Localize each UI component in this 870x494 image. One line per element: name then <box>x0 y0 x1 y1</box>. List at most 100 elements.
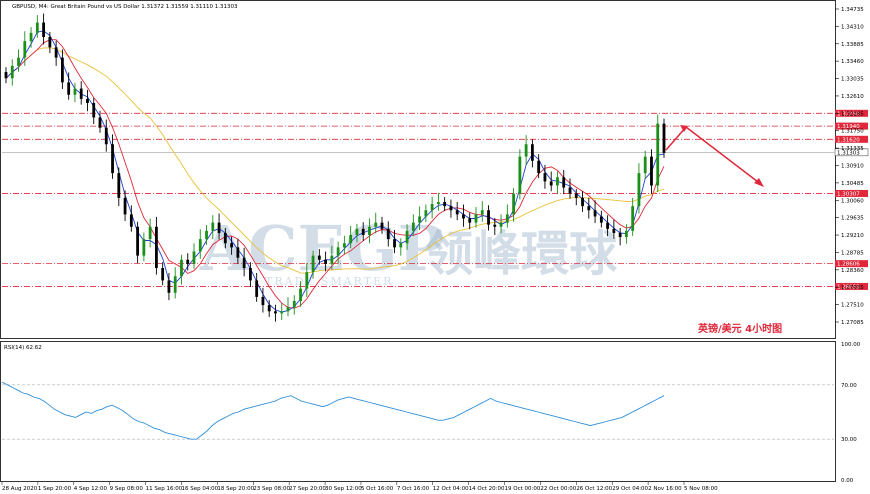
candle-body <box>349 235 353 244</box>
candle-body <box>336 247 340 256</box>
chart-root: ACEGP TRADE SMARTER 领峰環球 1.32250 1.31940 1… <box>0 0 870 494</box>
rsi-tick-label: 100.00 <box>841 342 861 348</box>
candle-body <box>280 311 284 314</box>
price-tick-label: 1.31750 <box>841 129 864 135</box>
candle-body <box>217 222 221 233</box>
candle-body <box>455 210 459 215</box>
time-tick-label: 23 Sep 08:00 <box>253 486 290 492</box>
candle-body <box>568 187 572 194</box>
candle-body <box>599 216 603 223</box>
candle-body <box>612 228 616 233</box>
candle-body <box>549 181 553 186</box>
candle-body <box>123 197 127 215</box>
candle-body <box>242 257 246 268</box>
time-tick-label: 22 Oct 00:00 <box>540 486 576 492</box>
candle-body <box>637 173 641 207</box>
candle-body <box>205 230 208 240</box>
candle-body <box>267 305 271 312</box>
candle-body <box>23 41 27 58</box>
candle-body <box>167 280 171 293</box>
candle-body <box>543 173 547 182</box>
level-label: 1.30307 <box>837 191 860 197</box>
time-tick-label: 7 Oct 16:00 <box>397 486 430 492</box>
candle-body <box>468 218 472 223</box>
price-tick-label: 1.32185 <box>841 111 864 117</box>
price-tick-label: 1.27935 <box>841 285 864 291</box>
time-tick-label: 30 Sep 12:00 <box>325 486 362 492</box>
time-tick-label: 12 Oct 04:00 <box>433 486 469 492</box>
candle-body <box>537 160 541 174</box>
time-tick-label: 5 Nov 08:00 <box>684 486 718 492</box>
price-tick-label: 1.33460 <box>841 59 864 65</box>
time-tick-label: 28 Aug 2020 <box>2 486 38 492</box>
time-tick-label: 27 Sep 20:00 <box>289 486 326 492</box>
rsi-tick-label: 30.00 <box>841 437 857 443</box>
candle-body <box>386 228 390 240</box>
price-tick-label: 1.28785 <box>841 250 864 256</box>
candle-body <box>155 226 158 268</box>
candle-body <box>480 210 484 215</box>
candle-body <box>311 255 315 273</box>
candle-body <box>186 259 190 264</box>
candle-body <box>136 226 139 256</box>
candle-body <box>662 123 666 153</box>
chart-svg: ACEGP TRADE SMARTER 领峰環球 1.322501.319401… <box>0 0 869 492</box>
candle-body <box>361 228 365 235</box>
candle-body <box>606 222 609 229</box>
candle-body <box>411 222 415 231</box>
price-tick-label: 1.30485 <box>841 181 864 187</box>
candle-body <box>330 255 334 264</box>
candle-body <box>524 144 528 157</box>
candle-body <box>292 301 296 308</box>
timeframe-annotation: 英镑/美元 4小时图 <box>697 322 782 335</box>
time-tick-label: 9 Sep 08:00 <box>110 486 144 492</box>
level-label: 1.28606 <box>837 262 860 268</box>
rsi-tick-label: 70.00 <box>841 383 857 389</box>
candle-body <box>104 127 108 145</box>
time-tick-label: 19 Oct 00:00 <box>505 486 541 492</box>
time-tick-label: 16 Sep 04:00 <box>181 486 218 492</box>
candle-body <box>430 204 434 211</box>
time-tick-label: 1 Sep 20:00 <box>38 486 72 492</box>
candle-body <box>324 259 327 264</box>
time-tick-label: 4 Sep 12:00 <box>74 486 108 492</box>
candle-body <box>493 224 497 227</box>
time-tick-label: 14 Oct 20:00 <box>469 486 505 492</box>
candle-body <box>574 193 578 198</box>
candle-body <box>42 22 45 37</box>
price-tick-label: 1.27085 <box>841 320 864 326</box>
time-tick-label: 26 Oct 12:00 <box>576 486 612 492</box>
price-tick-label: 1.34735 <box>841 7 864 13</box>
price-tick-label: 1.31335 <box>841 146 864 152</box>
time-tick-label: 29 Oct 04:00 <box>612 486 648 492</box>
rsi-tick-label: 0.00 <box>841 478 854 484</box>
price-tick-label: 1.28360 <box>841 268 864 274</box>
candle-body <box>368 226 371 235</box>
candle-body <box>462 214 465 219</box>
candle-body <box>374 222 378 227</box>
candle-body <box>148 226 152 240</box>
candle-body <box>593 210 597 217</box>
price-tick-label: 1.27510 <box>841 303 864 309</box>
candle-body <box>10 65 14 79</box>
candle-body <box>67 82 71 95</box>
candle-body <box>650 156 653 186</box>
main-pane-frame <box>0 0 836 339</box>
candle-body <box>198 239 202 252</box>
candle-body <box>249 268 252 281</box>
candle-body <box>562 177 566 188</box>
candle-body <box>317 255 321 260</box>
candle-body <box>355 228 359 235</box>
candle-body <box>286 307 290 312</box>
candle-body <box>505 214 509 223</box>
candle-body <box>531 144 534 161</box>
candle-body <box>79 88 83 99</box>
candle-body <box>299 288 302 301</box>
price-tick-label: 1.29210 <box>841 233 864 239</box>
candle-body <box>499 222 503 227</box>
candle-body <box>512 193 515 215</box>
rsi-pane-frame <box>0 341 836 482</box>
candle-body <box>643 156 647 174</box>
candle-body <box>98 117 102 128</box>
candle-body <box>211 222 215 231</box>
